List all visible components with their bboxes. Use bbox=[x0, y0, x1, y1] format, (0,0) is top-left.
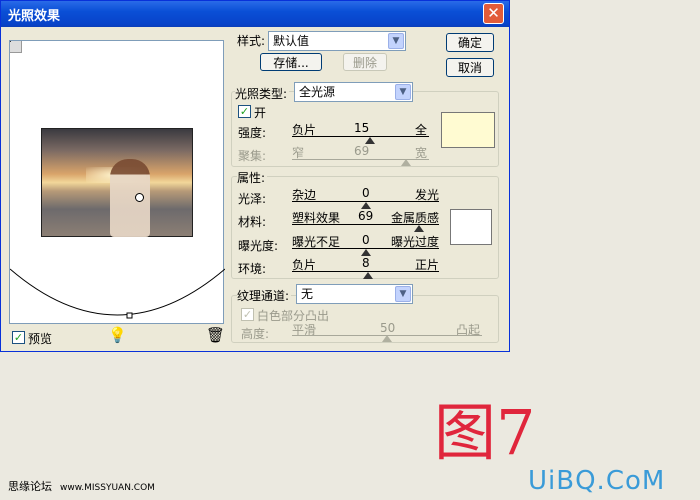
material-label: 材料: bbox=[238, 215, 267, 229]
watermark-right: UiBQ.CoM bbox=[528, 466, 666, 496]
gloss-value: 0 bbox=[362, 186, 370, 200]
chevron-down-icon: ▼ bbox=[388, 33, 404, 49]
watermark-left: 思缘论坛 www.MISSYUAN.COM bbox=[8, 478, 155, 494]
intensity-value: 15 bbox=[354, 121, 370, 135]
close-button[interactable]: ✕ bbox=[483, 3, 504, 24]
intensity-slider-thumb[interactable] bbox=[365, 137, 375, 144]
light-type-value: 全光源 bbox=[299, 85, 336, 99]
light-type-select[interactable]: 全光源 ▼ bbox=[294, 82, 413, 102]
light-type-label: 光照类型: bbox=[235, 85, 290, 102]
ambient-color-swatch[interactable] bbox=[450, 209, 492, 245]
focus-slider-thumb[interactable] bbox=[401, 159, 411, 166]
properties-label: 属性: bbox=[237, 169, 268, 186]
light-color-swatch[interactable] bbox=[441, 112, 495, 148]
chevron-down-icon: ▼ bbox=[395, 286, 411, 302]
delete-button[interactable]: 删除 bbox=[343, 53, 387, 71]
gloss-slider-thumb[interactable] bbox=[361, 202, 371, 209]
intensity-label: 强度: bbox=[238, 126, 267, 140]
light-on-label: 开 bbox=[254, 106, 267, 120]
light-on-checkbox[interactable]: ✓ bbox=[238, 105, 251, 118]
chevron-down-icon: ▼ bbox=[395, 84, 411, 100]
texture-channel-select[interactable]: 无 ▼ bbox=[296, 284, 413, 304]
trash-icon[interactable]: 🗑 bbox=[206, 326, 225, 344]
exposure-value: 0 bbox=[362, 233, 370, 247]
watermark-left-url: www.MISSYUAN.COM bbox=[60, 483, 155, 493]
ambience-value: 8 bbox=[362, 256, 370, 270]
title-bar: 光照效果 ✕ bbox=[1, 1, 509, 27]
texture-channel-value: 无 bbox=[301, 287, 314, 301]
height-label: 高度: bbox=[241, 327, 270, 341]
preview-label: 预览 bbox=[28, 332, 53, 346]
bulb-icon[interactable]: 💡 bbox=[108, 326, 127, 344]
ellipse-handle[interactable] bbox=[126, 312, 133, 319]
ambience-slider-thumb[interactable] bbox=[363, 272, 373, 279]
white-high-checkbox[interactable]: ✓ bbox=[241, 308, 254, 321]
exposure-label: 曝光度: bbox=[238, 239, 279, 253]
height-value: 50 bbox=[380, 321, 396, 335]
save-button[interactable]: 存储... bbox=[260, 53, 322, 71]
intensity-slider-track[interactable] bbox=[292, 136, 429, 137]
preview-canvas[interactable] bbox=[9, 40, 225, 325]
style-label: 样式: bbox=[237, 34, 266, 48]
focus-value: 69 bbox=[354, 144, 370, 158]
ambience-label: 环境: bbox=[238, 262, 267, 276]
material-slider-thumb[interactable] bbox=[414, 225, 424, 232]
watermark-left-text: 思缘论坛 bbox=[8, 480, 52, 493]
exposure-slider-thumb[interactable] bbox=[361, 249, 371, 256]
dialog-title: 光照效果 bbox=[8, 9, 61, 24]
cancel-button[interactable]: 取消 bbox=[446, 58, 494, 77]
style-value: 默认值 bbox=[273, 34, 310, 48]
style-select[interactable]: 默认值 ▼ bbox=[268, 31, 406, 51]
height-slider-thumb[interactable] bbox=[382, 335, 392, 342]
light-ellipse[interactable] bbox=[10, 41, 225, 325]
focus-label: 聚集: bbox=[238, 149, 267, 163]
figure-caption: 图7 bbox=[434, 396, 536, 469]
ok-button[interactable]: 确定 bbox=[446, 33, 494, 52]
lighting-effects-dialog: 光照效果 ✕ ✓ 预览 💡 🗑 样式: 默认值 ▼ 存储... 删除 确定 取消… bbox=[0, 0, 510, 352]
texture-channel-label: 纹理通道: bbox=[237, 287, 292, 304]
material-value: 69 bbox=[358, 209, 374, 223]
preview-checkbox[interactable]: ✓ bbox=[12, 331, 25, 344]
gloss-label: 光泽: bbox=[238, 192, 267, 206]
